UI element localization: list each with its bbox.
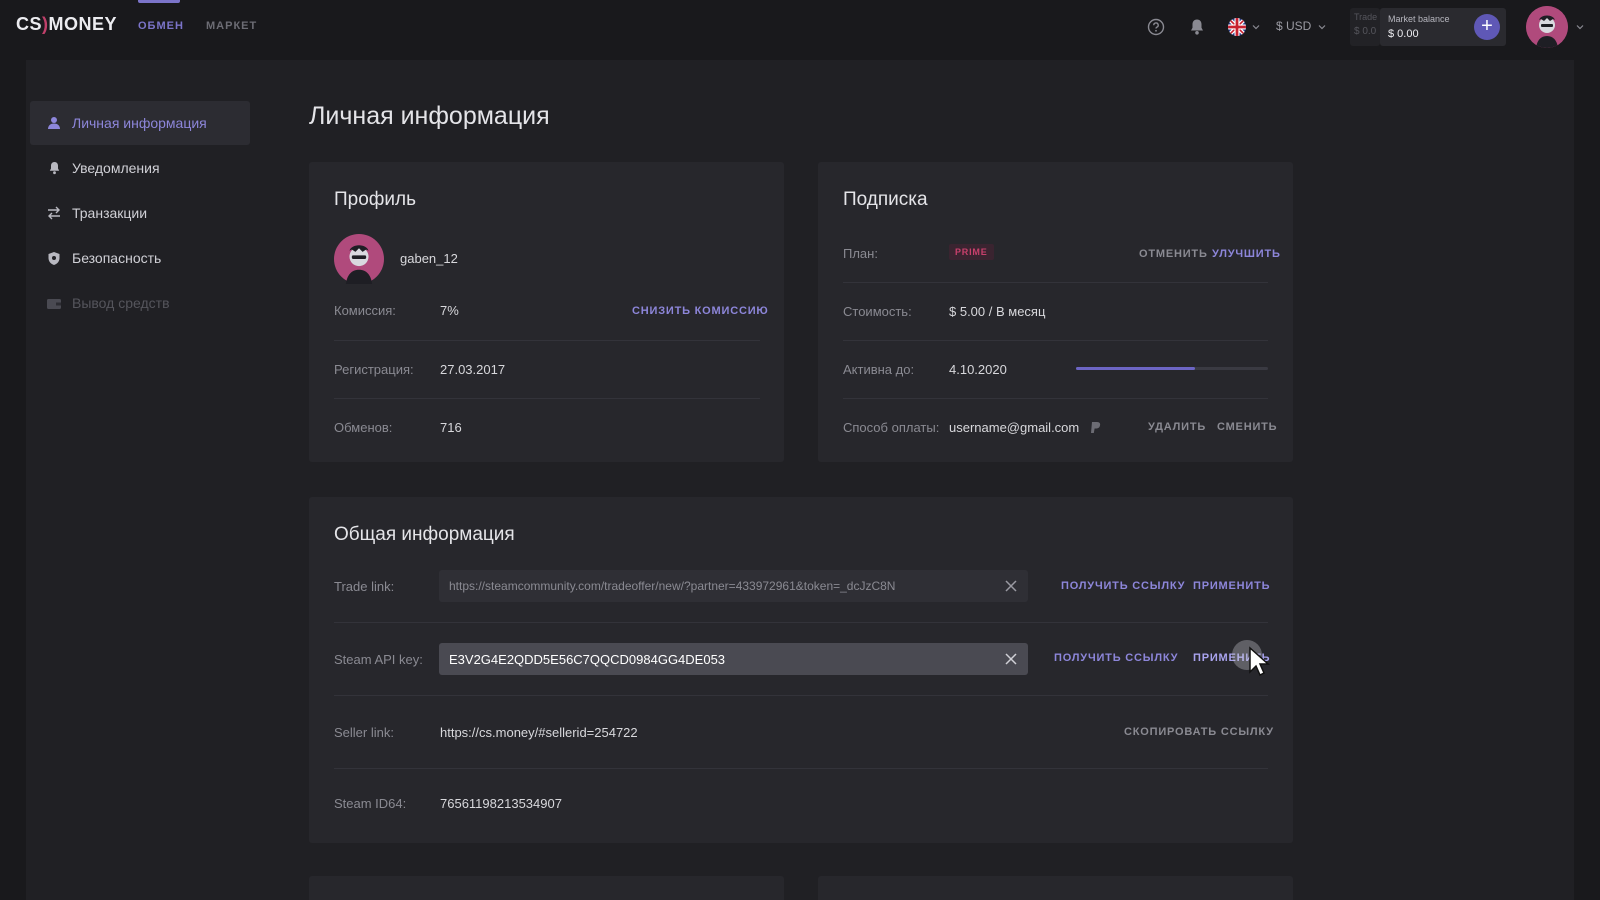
trade-link-label: Trade link: — [334, 579, 395, 594]
active-until-value: 4.10.2020 — [949, 362, 1007, 377]
avatar[interactable] — [1526, 6, 1568, 48]
sidebar-item-label: Вывод средств — [72, 295, 170, 311]
active-until-label: Активна до: — [843, 362, 915, 377]
profile-avatar[interactable] — [334, 234, 384, 284]
user-icon — [46, 115, 62, 131]
seller-link-value: https://cs.money/#sellerid=254722 — [440, 725, 638, 740]
delete-payment-button[interactable]: УДАЛИТЬ — [1148, 421, 1206, 433]
sidebar-item-personal-info[interactable]: Личная информация — [30, 101, 250, 145]
api-key-label: Steam API key: — [334, 652, 423, 667]
market-balance-value: $ 0.00 — [1388, 28, 1419, 40]
subscription-progress-fill — [1076, 367, 1196, 370]
logo[interactable]: CS)MONEY — [16, 14, 117, 35]
divider — [334, 340, 760, 341]
get-api-key-button[interactable]: ПОЛУЧИТЬ ССЫЛКУ — [1054, 652, 1178, 664]
api-key-input[interactable]: E3V2G4E2QDD5E56C7QQCD0984GG4DE053 — [439, 643, 1028, 675]
divider — [334, 622, 1268, 623]
sidebar-item-transactions[interactable]: Транзакции — [30, 191, 250, 235]
trade-balance[interactable]: Trade $ 0.0 — [1350, 8, 1380, 46]
plan-label: План: — [843, 246, 878, 261]
payment-method-label: Способ оплаты: — [843, 420, 940, 435]
tab-market[interactable]: МАРКЕТ — [206, 20, 257, 32]
logo-left: CS — [16, 14, 43, 34]
sidebar-item-label: Уведомления — [72, 160, 160, 176]
divider — [843, 398, 1268, 399]
paypal-icon — [1090, 421, 1102, 435]
shield-icon — [46, 250, 62, 266]
api-key-value: E3V2G4E2QDD5E56C7QQCD0984GG4DE053 — [449, 651, 726, 667]
transfer-icon — [46, 205, 62, 221]
active-tab-indicator — [138, 0, 180, 3]
divider — [334, 695, 1268, 696]
close-icon[interactable] — [1004, 579, 1018, 593]
bell-icon[interactable] — [1187, 17, 1207, 37]
chevron-down-icon[interactable] — [1576, 23, 1584, 31]
payment-method-value: username@gmail.com — [949, 420, 1080, 435]
sidebar-item-security[interactable]: Безопасность — [30, 236, 250, 280]
chevron-down-icon[interactable] — [1252, 23, 1260, 31]
sidebar-item-label: Безопасность — [72, 250, 162, 266]
general-info-title: Общая информация — [334, 524, 515, 545]
tab-exchange[interactable]: ОБМЕН — [138, 20, 184, 32]
wallet-icon — [46, 295, 62, 311]
trades-label: Обменов: — [334, 420, 393, 435]
cost-value: $ 5.00 / В месяц — [949, 304, 1046, 319]
divider — [843, 282, 1268, 283]
top-bar: CS)MONEY ОБМЕН МАРКЕТ $ USD Trade $ 0.0 … — [0, 0, 1600, 56]
chevron-down-icon[interactable] — [1318, 23, 1326, 31]
add-funds-button[interactable]: + — [1474, 14, 1500, 40]
sidebar-item-withdraw: Вывод средств — [30, 281, 250, 325]
commission-label: Комиссия: — [334, 303, 396, 318]
market-balance-label: Market balance — [1388, 14, 1450, 24]
trade-balance-label: Trade — [1354, 12, 1378, 22]
sidebar-item-label: Личная информация — [72, 115, 207, 131]
steam-id-value: 76561198213534907 — [440, 796, 562, 811]
profile-username: gaben_12 — [400, 251, 458, 266]
apply-trade-link-button[interactable]: ПРИМЕНИТЬ — [1193, 580, 1270, 592]
bottom-card-right — [818, 876, 1293, 900]
trade-balance-value: $ 0.0 — [1354, 26, 1377, 37]
plan-badge: PRIME — [949, 244, 994, 260]
cancel-subscription-button[interactable]: ОТМЕНИТЬ — [1139, 248, 1208, 260]
subscription-progress — [1076, 367, 1268, 370]
lower-commission-button[interactable]: СНИЗИТЬ КОМИССИЮ — [632, 305, 769, 317]
bottom-card-left — [309, 876, 784, 900]
registration-label: Регистрация: — [334, 362, 414, 377]
logo-right: MONEY — [48, 14, 118, 34]
uk-flag-icon[interactable] — [1226, 17, 1248, 37]
trades-value: 716 — [440, 420, 462, 435]
bell-icon — [46, 160, 62, 176]
divider — [843, 340, 1268, 341]
upgrade-subscription-button[interactable]: УЛУЧШИТЬ — [1212, 248, 1281, 260]
currency-selector[interactable]: $ USD — [1276, 19, 1311, 33]
profile-title: Профиль — [334, 189, 417, 210]
steam-id-label: Steam ID64: — [334, 796, 407, 811]
cost-label: Стоимость: — [843, 304, 912, 319]
change-payment-button[interactable]: СМЕНИТЬ — [1217, 421, 1277, 433]
seller-link-label: Seller link: — [334, 725, 394, 740]
trade-link-value: https://steamcommunity.com/tradeoffer/ne… — [449, 579, 896, 593]
copy-seller-link-button[interactable]: СКОПИРОВАТЬ ССЫЛКУ — [1124, 726, 1274, 738]
page-title: Личная информация — [309, 102, 550, 130]
divider — [334, 398, 760, 399]
sidebar-item-notifications[interactable]: Уведомления — [30, 146, 250, 190]
commission-value: 7% — [440, 303, 459, 318]
registration-value: 27.03.2017 — [440, 362, 506, 377]
sidebar-item-label: Транзакции — [72, 205, 148, 221]
divider — [334, 768, 1268, 769]
help-icon[interactable] — [1146, 17, 1166, 37]
get-trade-link-button[interactable]: ПОЛУЧИТЬ ССЫЛКУ — [1061, 580, 1185, 592]
close-icon[interactable] — [1004, 652, 1018, 666]
trade-link-input[interactable]: https://steamcommunity.com/tradeoffer/ne… — [439, 570, 1028, 602]
subscription-title: Подписка — [843, 189, 928, 210]
mouse-cursor-icon — [1249, 646, 1270, 677]
